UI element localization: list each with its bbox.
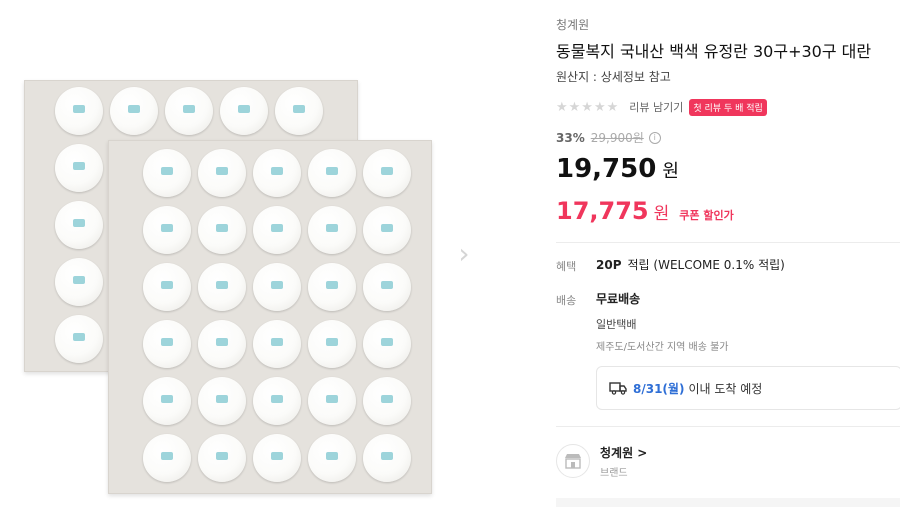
store-name-link[interactable]: 청계원 > <box>600 444 647 461</box>
original-price: 29,900원 <box>590 131 644 145</box>
delivery-estimate-box: 8/31(월) 이내 도착 예정 <box>596 366 900 410</box>
shipping-type: 일반택배 <box>596 318 637 331</box>
delivery-text: 이내 도착 예정 <box>688 381 763 396</box>
egg <box>55 201 103 249</box>
rating-row: ★★★★★ 리뷰 남기기 첫 리뷰 두 배 적립 <box>556 98 767 116</box>
egg <box>143 263 191 311</box>
egg <box>198 149 246 197</box>
delivery-date: 8/31(월) <box>633 381 685 396</box>
benefit-value: 20P 적립 (WELCOME 0.1% 적립) <box>596 256 785 273</box>
benefit-points: 20P <box>596 258 622 272</box>
egg <box>363 263 411 311</box>
egg-tray-front <box>108 140 432 494</box>
store-type: 브랜드 <box>600 468 628 479</box>
egg <box>253 377 301 425</box>
egg <box>363 149 411 197</box>
product-origin: 원산지 : 상세정보 참고 <box>556 70 671 84</box>
egg <box>253 149 301 197</box>
egg <box>308 206 356 254</box>
store-icon <box>556 444 590 478</box>
discount-rate: 33% <box>556 130 585 145</box>
egg <box>308 320 356 368</box>
coupon-price-label: 쿠폰 할인가 <box>679 209 734 222</box>
product-title: 동물복지 국내산 백색 유정란 30구+30구 대란 <box>556 42 872 61</box>
benefit-text: 적립 (WELCOME 0.1% 적립) <box>627 258 785 272</box>
egg <box>363 434 411 482</box>
egg <box>198 206 246 254</box>
egg <box>308 263 356 311</box>
egg <box>308 149 356 197</box>
egg <box>363 206 411 254</box>
egg <box>143 206 191 254</box>
coupon-price-value: 17,775 <box>556 197 649 225</box>
egg <box>143 434 191 482</box>
egg <box>253 434 301 482</box>
egg <box>253 206 301 254</box>
sale-price: 19,750 원 <box>556 154 679 184</box>
egg <box>55 315 103 363</box>
egg <box>198 377 246 425</box>
sale-price-unit: 원 <box>662 161 679 182</box>
product-image[interactable]: › <box>0 0 505 507</box>
coupon-price-unit: 원 <box>653 204 670 224</box>
egg <box>363 377 411 425</box>
shipping-note: 제주도/도서산간 지역 배송 불가 <box>596 342 729 353</box>
store-card[interactable]: 청계원 > 브랜드 <box>556 444 647 479</box>
star-rating-icon: ★★★★★ <box>556 99 620 115</box>
free-shipping: 무료배송 <box>596 292 641 306</box>
info-icon[interactable]: i <box>648 131 661 144</box>
egg <box>55 258 103 306</box>
egg <box>253 263 301 311</box>
egg <box>110 87 158 135</box>
benefit-label: 혜택 <box>556 260 577 273</box>
egg <box>198 320 246 368</box>
coupon-price: 17,775 원 쿠폰 할인가 <box>556 197 734 225</box>
egg <box>165 87 213 135</box>
next-image-arrow-icon[interactable]: › <box>455 234 473 274</box>
product-info-panel: 청계원 동물복지 국내산 백색 유정란 30구+30구 대란 원산지 : 상세정… <box>556 0 900 507</box>
egg <box>220 87 268 135</box>
write-review-link[interactable]: 리뷰 남기기 <box>629 99 683 115</box>
egg <box>308 434 356 482</box>
shipping-label: 배송 <box>556 294 577 307</box>
sale-price-value: 19,750 <box>556 154 657 184</box>
truck-icon <box>609 382 627 395</box>
brand-link[interactable]: 청계원 <box>556 16 589 33</box>
bottom-section <box>556 498 900 507</box>
discount-row: 33% 29,900원 i <box>556 129 661 146</box>
egg <box>143 149 191 197</box>
egg <box>143 377 191 425</box>
review-bonus-badge: 첫 리뷰 두 배 적립 <box>689 98 767 116</box>
egg <box>143 320 191 368</box>
divider <box>556 426 900 427</box>
egg <box>198 263 246 311</box>
egg <box>275 87 323 135</box>
egg <box>253 320 301 368</box>
egg <box>55 144 103 192</box>
divider <box>556 242 900 243</box>
egg <box>55 87 103 135</box>
egg <box>198 434 246 482</box>
egg <box>363 320 411 368</box>
egg <box>308 377 356 425</box>
